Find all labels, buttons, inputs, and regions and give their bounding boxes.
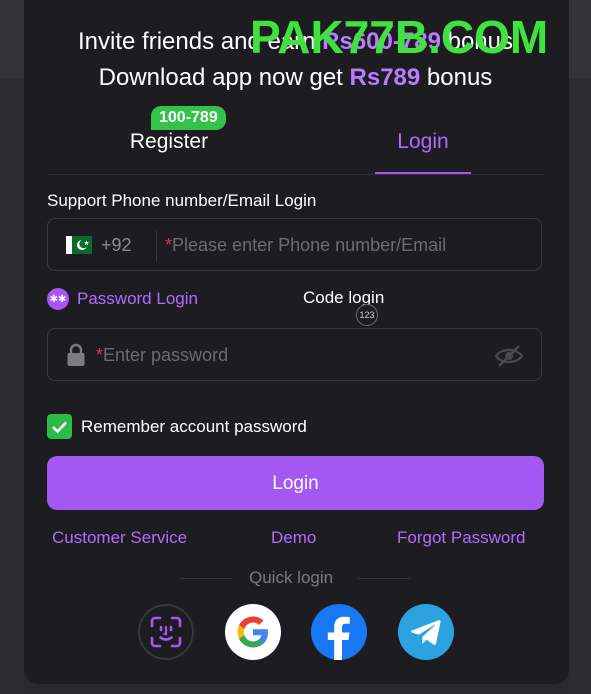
required-mark: * bbox=[165, 235, 173, 255]
google-icon bbox=[237, 616, 268, 648]
promo-download-suffix: bonus bbox=[420, 64, 493, 91]
site-watermark: PAK77B.COM bbox=[250, 11, 549, 63]
facebook-icon bbox=[327, 616, 350, 660]
password-placeholder-text: Enter password bbox=[103, 345, 229, 365]
phone-email-placeholder: *Please enter Phone number/Email bbox=[165, 235, 446, 256]
password-field[interactable]: *Enter password bbox=[47, 328, 542, 381]
code-login-option[interactable]: 123 Code login bbox=[303, 288, 384, 326]
password-placeholder: *Enter password bbox=[96, 345, 228, 366]
tab-login[interactable]: Login bbox=[375, 130, 471, 154]
support-login-label: Support Phone number/Email Login bbox=[47, 191, 317, 210]
telegram-login-button[interactable] bbox=[398, 604, 454, 660]
pakistan-flag-icon[interactable] bbox=[66, 236, 92, 254]
login-button[interactable]: Login bbox=[47, 456, 544, 510]
background-right bbox=[569, 78, 591, 694]
face-id-login-button[interactable] bbox=[138, 604, 194, 660]
face-id-icon bbox=[150, 616, 182, 648]
remember-checkbox[interactable] bbox=[47, 414, 72, 439]
forgot-password-link[interactable]: Forgot Password bbox=[397, 528, 526, 548]
field-divider bbox=[156, 231, 157, 261]
promo-download-prefix: Download app now get bbox=[98, 64, 350, 91]
tab-register-label: Register bbox=[129, 130, 209, 153]
quick-login-divider-right bbox=[358, 578, 410, 579]
auth-tabs: Register 100-789 Login bbox=[47, 106, 544, 175]
background-left bbox=[0, 78, 24, 694]
customer-service-link[interactable]: Customer Service bbox=[52, 528, 187, 548]
active-tab-indicator bbox=[375, 172, 471, 174]
google-login-button[interactable] bbox=[225, 604, 281, 660]
password-login-label: Password Login bbox=[77, 289, 198, 308]
telegram-icon bbox=[411, 620, 441, 645]
demo-link[interactable]: Demo bbox=[271, 528, 316, 548]
register-bonus-badge: 100-789 bbox=[151, 106, 226, 130]
promo-download: Download app now get Rs789 bonus bbox=[0, 64, 591, 92]
remember-label: Remember account password bbox=[81, 416, 307, 436]
tab-login-label: Login bbox=[397, 130, 449, 153]
country-code[interactable]: +92 bbox=[101, 235, 132, 256]
required-mark: * bbox=[96, 345, 104, 365]
promo-download-amount: Rs789 bbox=[349, 64, 421, 91]
tab-register[interactable]: Register bbox=[105, 130, 233, 154]
facebook-login-button[interactable] bbox=[311, 604, 367, 660]
checkmark-icon bbox=[52, 421, 67, 433]
eye-slash-icon[interactable] bbox=[494, 343, 524, 369]
phone-email-placeholder-text: Please enter Phone number/Email bbox=[172, 235, 447, 255]
quick-login-divider-left bbox=[180, 578, 232, 579]
password-login-option[interactable]: ✱✱ Password Login bbox=[47, 288, 198, 310]
code-123-icon: 123 bbox=[356, 304, 378, 326]
remember-password[interactable]: Remember account password bbox=[47, 414, 307, 439]
phone-email-field[interactable]: +92 *Please enter Phone number/Email bbox=[47, 218, 542, 271]
quick-login-label: Quick login bbox=[249, 568, 334, 587]
lock-icon bbox=[67, 343, 85, 366]
password-dots-icon: ✱✱ bbox=[47, 288, 69, 310]
